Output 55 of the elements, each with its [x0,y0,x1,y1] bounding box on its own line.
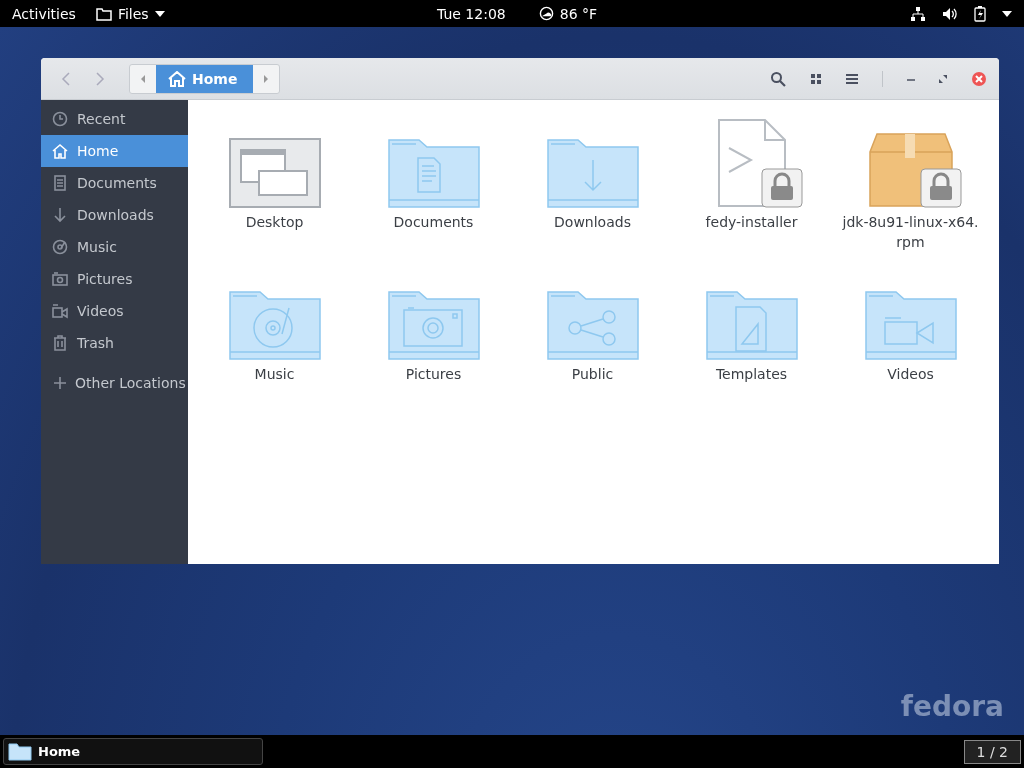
file-item[interactable]: Templates [672,266,831,418]
folder-icon [8,742,32,761]
file-item[interactable]: Documents [354,114,513,266]
file-item[interactable]: Desktop [195,114,354,266]
caret-icon[interactable] [1002,10,1012,17]
workspace-indicator[interactable]: 1 / 2 [963,739,1021,764]
search-icon[interactable] [770,70,786,87]
grid-view-icon[interactable] [810,72,822,85]
sidebar-item[interactable]: Music [41,231,188,263]
plus-icon [54,377,66,389]
caret-icon [154,10,165,17]
videos-icon [52,303,68,319]
task-button[interactable]: Home [3,738,263,765]
documents-icon [52,175,68,191]
battery-icon[interactable] [974,5,986,22]
sidebar-item[interactable]: Documents [41,167,188,199]
activities-button[interactable]: Activities [12,5,76,22]
file-item[interactable]: fedy-installer [672,114,831,266]
music-icon [52,239,68,255]
file-item[interactable]: Videos [831,266,990,418]
sidebar-item[interactable]: Recent [41,103,188,135]
sidebar-item[interactable]: Downloads [41,199,188,231]
file-item[interactable]: Music [195,266,354,418]
trash-icon [52,335,68,351]
file-item[interactable]: jdk-8u91-linux-x64. rpm [831,114,990,266]
sidebar-item[interactable]: Pictures [41,263,188,295]
file-item[interactable]: Downloads [513,114,672,266]
weather-indicator[interactable]: 86 °F [538,5,598,22]
weather-icon [538,6,554,21]
desktop-folder-icon [228,138,321,208]
network-icon[interactable] [910,5,926,22]
clock[interactable]: Tue 12:08 [437,5,506,22]
home-icon [52,143,68,159]
folder-icon [95,6,112,21]
close-icon[interactable] [971,70,987,87]
app-menu[interactable]: Files [95,5,165,22]
pictures-icon [52,271,68,287]
templates-folder-icon [705,290,798,360]
videos-folder-icon [864,290,957,360]
wallpaper-logo: fedora [900,690,1004,723]
downloads-folder-icon [546,138,639,208]
documents-folder-icon [387,138,480,208]
downloads-icon [52,207,68,223]
other-locations-item[interactable]: Other Locations [41,367,188,399]
public-folder-icon [546,290,639,360]
music-folder-icon [228,290,321,360]
maximize-icon[interactable] [939,74,947,83]
file-item[interactable]: Public [513,266,672,418]
recent-icon [52,111,68,127]
sidebar-item[interactable]: Trash [41,327,188,359]
sidebar-item[interactable]: Videos [41,295,188,327]
home-icon [168,70,186,87]
file-item[interactable]: Pictures [354,266,513,418]
pictures-folder-icon [387,290,480,360]
menu-icon[interactable] [846,72,858,85]
